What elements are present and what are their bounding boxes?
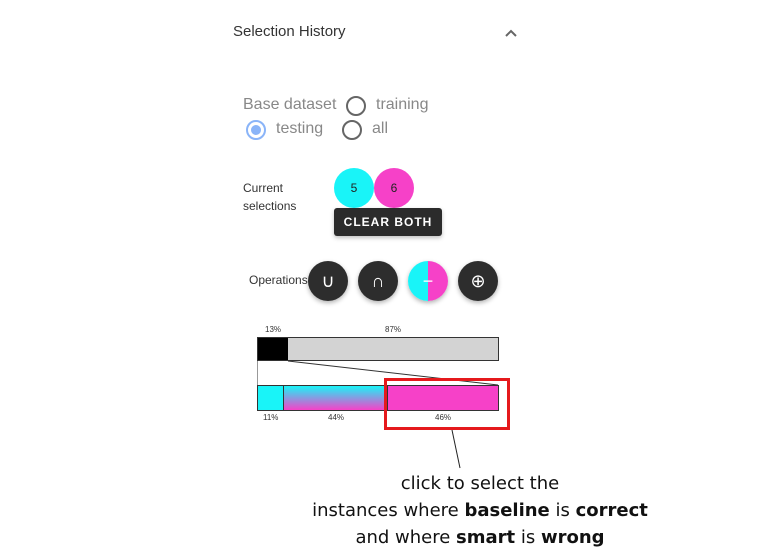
union-icon: ∪ [321, 270, 335, 291]
bottom-bar-pct-2: 44% [328, 413, 345, 422]
union-button[interactable]: ∪ [308, 261, 348, 301]
clear-both-button[interactable]: CLEAR BOTH [334, 208, 442, 236]
xor-button[interactable]: ⊕ [458, 261, 498, 301]
panel-title: Selection History [233, 23, 346, 40]
top-bar [257, 337, 499, 361]
bottom-bar-pct-1: 11% [263, 413, 279, 422]
base-dataset-label: Base dataset [243, 96, 337, 113]
callout-line-2: instances where baseline is correct [312, 500, 648, 521]
radio-training-label[interactable]: training [376, 96, 428, 114]
callout-text: click to select the instances where base… [300, 470, 660, 551]
difference-button[interactable]: − [408, 261, 448, 301]
callout-line-3: and where smart is wrong [355, 527, 605, 548]
chevron-up-icon[interactable] [503, 26, 519, 38]
radio-all-label[interactable]: all [372, 120, 388, 138]
intersection-icon: ∩ [371, 270, 385, 291]
intersection-button[interactable]: ∩ [358, 261, 398, 301]
radio-training[interactable] [346, 96, 366, 116]
top-bar-right-pct: 87% [385, 325, 402, 334]
circled-plus-icon: ⊕ [470, 270, 486, 291]
highlight-box [384, 378, 510, 430]
operations-label: Operations [249, 273, 308, 287]
radio-testing[interactable] [246, 120, 266, 140]
callout-pointer-line [451, 430, 461, 469]
minus-icon: − [422, 270, 434, 291]
current-selections-label: Current selections [243, 181, 297, 213]
radio-all[interactable] [342, 120, 362, 140]
selection-chip-first[interactable]: 5 [334, 168, 374, 208]
top-bar-segment-right[interactable] [288, 338, 498, 360]
selection-chip-second[interactable]: 6 [374, 168, 414, 208]
bottom-bar-segment-1[interactable] [258, 386, 284, 410]
top-bar-left-pct: 13% [265, 325, 282, 334]
bottom-bar-segment-2[interactable] [284, 386, 388, 410]
radio-testing-label[interactable]: testing [276, 120, 323, 138]
callout-line-1: click to select the [400, 473, 560, 494]
top-bar-segment-left[interactable] [258, 338, 288, 360]
